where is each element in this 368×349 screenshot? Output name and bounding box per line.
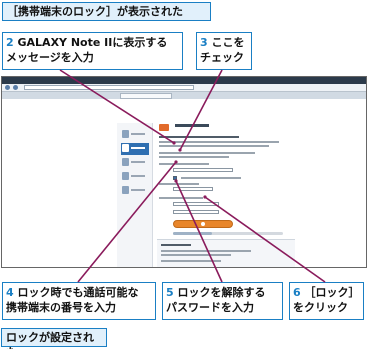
description-text <box>159 152 255 154</box>
password-confirm-input[interactable] <box>173 210 219 214</box>
lock-button[interactable] <box>173 220 233 228</box>
callout-4-number: 4 <box>6 286 14 299</box>
callout-5-number: 5 <box>166 286 174 299</box>
lower-info-card <box>157 239 295 267</box>
checkbox-label <box>181 177 241 179</box>
lock-icon <box>122 144 129 152</box>
browser-screenshot <box>1 76 367 268</box>
trash-icon <box>122 186 129 194</box>
sidebar-item-label <box>131 133 145 135</box>
callout-2-line2: メッセージを入力 <box>6 51 94 64</box>
phone-number-input[interactable] <box>173 187 213 191</box>
callout-2-line1: GALAXY Note IIに表示する <box>17 36 168 49</box>
callout-2-number: 2 <box>6 36 14 49</box>
sidebar-item-label <box>131 147 145 149</box>
top-caption-text: ［携帯端末のロック］が表示された <box>7 5 183 18</box>
callout-3-number: 3 <box>200 36 208 49</box>
callout-4-line1: ロック時でも通話可能な <box>17 286 139 299</box>
url-field[interactable] <box>24 85 194 90</box>
callout-3-line2: チェック <box>200 51 244 64</box>
lock-icon <box>159 124 169 131</box>
callout-4-line2: 携帯端末の番号を入力 <box>6 301 116 314</box>
bottom-caption: ロックが設定された <box>1 328 107 349</box>
sidebar-item-wipe[interactable] <box>121 185 149 197</box>
browser-tab-bar <box>2 92 366 99</box>
progress-fill <box>173 232 212 235</box>
back-icon[interactable] <box>5 85 10 90</box>
phone-label <box>159 183 199 185</box>
progress-track <box>173 232 283 235</box>
callout-4: 4 ロック時でも通話可能な 携帯端末の番号を入力 <box>2 282 156 320</box>
description-text <box>159 145 269 147</box>
callout-2: 2 GALAXY Note IIに表示する メッセージを入力 <box>2 32 183 70</box>
phone-icon <box>122 158 129 166</box>
description-text <box>159 141 279 143</box>
callout-6: 6 ［ロック］ をクリック <box>289 282 364 320</box>
callout-5-line1: ロックを解除する <box>177 286 266 299</box>
description-text <box>159 136 239 138</box>
call-enable-checkbox[interactable] <box>173 176 177 180</box>
callout-5-line2: パスワードを入力 <box>166 301 254 314</box>
card-text <box>161 254 231 256</box>
sidebar-item-label <box>131 175 145 177</box>
callout-5: 5 ロックを解除する パスワードを入力 <box>162 282 283 320</box>
card-text <box>161 260 221 262</box>
callout-3-line1: ここを <box>211 36 245 49</box>
sidebar-item-label <box>131 189 145 191</box>
lock-icon <box>201 222 205 226</box>
callout-6-line2: をクリック <box>293 301 348 314</box>
password-input[interactable] <box>173 202 219 206</box>
browser-address-bar <box>2 84 366 92</box>
card-text <box>161 250 251 252</box>
callout-6-line1: ［ロック］ <box>304 286 360 299</box>
browser-titlebar <box>2 77 366 84</box>
sidebar-item-info[interactable] <box>121 129 149 141</box>
sidebar <box>117 123 153 267</box>
web-page <box>2 99 366 267</box>
sidebar-item-label <box>131 161 145 163</box>
password-label <box>159 197 203 199</box>
sidebar-item-locate[interactable] <box>121 171 149 183</box>
forward-icon[interactable] <box>13 85 18 90</box>
message-label <box>159 163 209 165</box>
panel-title <box>175 124 209 127</box>
location-icon <box>122 172 129 180</box>
device-icon <box>122 130 129 138</box>
card-title <box>161 244 191 246</box>
sidebar-item-lock[interactable] <box>121 143 149 155</box>
annotated-screenshot-page: ［携帯端末のロック］が表示された 2 GALAXY Note IIに表示する メ… <box>0 0 368 349</box>
top-caption: ［携帯端末のロック］が表示された <box>2 2 211 21</box>
callout-3: 3 ここを チェック <box>196 32 252 70</box>
description-text <box>159 156 229 158</box>
callout-6-number: 6 <box>293 286 301 299</box>
sidebar-item-call[interactable] <box>121 157 149 169</box>
panel-header <box>157 124 293 131</box>
bottom-caption-text: ロックが設定された <box>6 331 94 349</box>
message-input[interactable] <box>173 168 233 172</box>
